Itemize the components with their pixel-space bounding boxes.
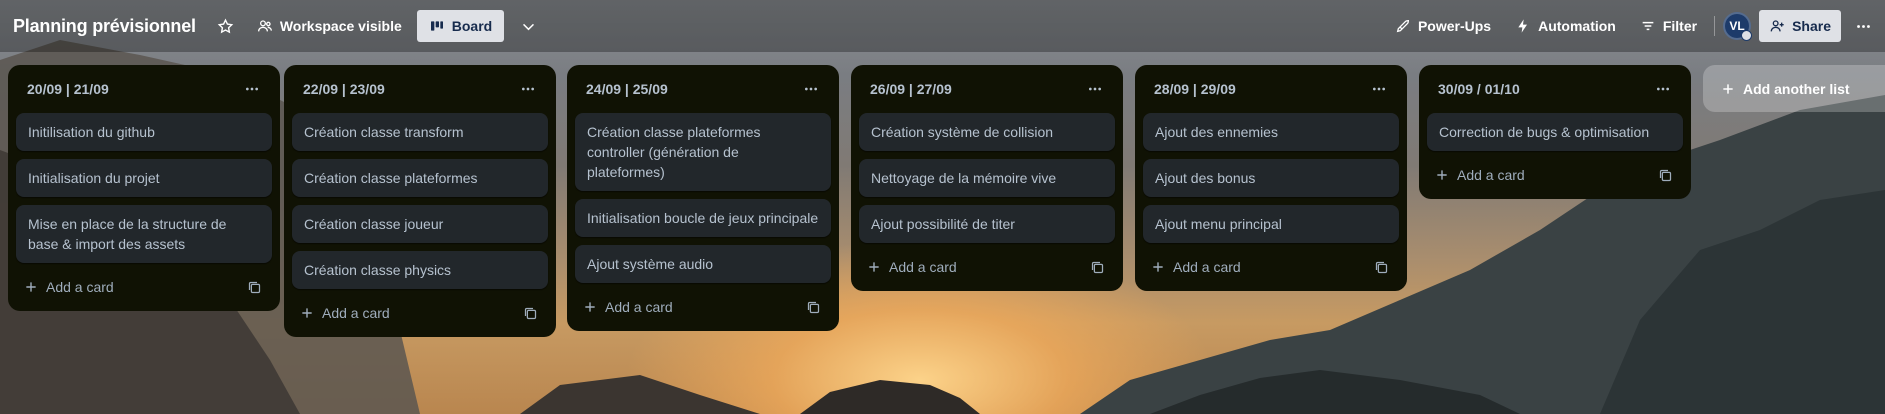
rocket-icon [1396, 19, 1409, 33]
add-card-label: Add a card [1173, 259, 1241, 275]
add-card-label: Add a card [46, 279, 114, 295]
add-card-button[interactable]: Add a card [583, 291, 679, 323]
ellipsis-icon[interactable] [512, 73, 544, 105]
template-icon[interactable] [240, 273, 268, 301]
list-header[interactable]: 30/09 / 01/10 [1427, 65, 1683, 113]
filter-icon [1642, 21, 1654, 31]
list-header[interactable]: 24/09 | 25/09 [575, 65, 831, 113]
add-person-icon [1770, 20, 1784, 32]
automation-button[interactable]: Automation [1506, 10, 1625, 42]
add-card-button[interactable]: Add a card [24, 271, 120, 303]
add-card-button[interactable]: Add a card [300, 297, 396, 329]
card[interactable]: Création classe physics [292, 251, 548, 289]
list: 28/09 | 29/09 Ajout des ennemies Ajout d… [1135, 65, 1407, 291]
list-header[interactable]: 26/09 | 27/09 [859, 65, 1115, 113]
card[interactable]: Création classe joueur [292, 205, 548, 243]
card[interactable]: Création classe transform [292, 113, 548, 151]
plus-icon [1437, 170, 1447, 180]
add-card-button[interactable]: Add a card [867, 251, 963, 283]
filter-button[interactable]: Filter [1631, 10, 1706, 42]
visibility-label: Workspace visible [279, 18, 402, 34]
list: 26/09 | 27/09 Création système de collis… [851, 65, 1123, 291]
ellipsis-icon[interactable] [1647, 73, 1679, 105]
board-view-label: Board [451, 18, 493, 34]
powerups-button[interactable]: Power-Ups [1386, 10, 1500, 42]
list-title[interactable]: 22/09 | 23/09 [303, 81, 385, 97]
add-card-button[interactable]: Add a card [1151, 251, 1247, 283]
ellipsis-icon[interactable] [795, 73, 827, 105]
board-title[interactable]: Planning prévisionnel [13, 16, 196, 37]
add-card-label: Add a card [605, 299, 673, 315]
card[interactable]: Ajout système audio [575, 245, 831, 283]
ellipsis-icon[interactable] [1363, 73, 1395, 105]
list: 20/09 | 21/09 Initilisation du github In… [8, 65, 280, 311]
ellipsis-icon[interactable] [1079, 73, 1111, 105]
people-icon [257, 20, 272, 32]
more-icon[interactable] [1847, 10, 1879, 42]
plus-icon [1723, 83, 1733, 94]
share-label: Share [1792, 18, 1831, 34]
template-icon[interactable] [799, 293, 827, 321]
list: 24/09 | 25/09 Création classe plateforme… [567, 65, 839, 331]
list-title[interactable]: 30/09 / 01/10 [1438, 81, 1520, 97]
list-header[interactable]: 22/09 | 23/09 [292, 65, 548, 113]
card[interactable]: Correction de bugs & optimisation [1427, 113, 1683, 151]
visibility-button[interactable]: Workspace visible [248, 10, 411, 42]
board-header: Planning prévisionnel Workspace visible … [0, 0, 1885, 52]
list-title[interactable]: 28/09 | 29/09 [1154, 81, 1236, 97]
card[interactable]: Ajout des ennemies [1143, 113, 1399, 151]
add-card-label: Add a card [322, 305, 390, 321]
automation-label: Automation [1538, 18, 1616, 34]
list: 22/09 | 23/09 Création classe transform … [284, 65, 556, 337]
plus-icon [869, 262, 879, 272]
template-icon[interactable] [1367, 253, 1395, 281]
card[interactable]: Initialisation boucle de jeux principale [575, 199, 831, 237]
plus-icon [1153, 262, 1163, 272]
card[interactable]: Création classe plateformes controller (… [575, 113, 831, 191]
board-icon [430, 21, 443, 31]
avatar[interactable]: VL [1723, 12, 1753, 41]
add-card-label: Add a card [889, 259, 957, 275]
add-card-label: Add a card [1457, 167, 1525, 183]
card[interactable]: Initialisation du projet [16, 159, 272, 197]
star-icon[interactable] [210, 10, 242, 42]
card[interactable]: Ajout des bonus [1143, 159, 1399, 197]
board-view-button[interactable]: Board [416, 10, 505, 42]
add-list-label: Add another list [1743, 80, 1850, 97]
add-list-button[interactable]: Add another list [1703, 65, 1885, 112]
card[interactable]: Création classe plateformes [292, 159, 548, 197]
card[interactable]: Création système de collision [859, 113, 1115, 151]
card[interactable]: Initilisation du github [16, 113, 272, 151]
ellipsis-icon[interactable] [236, 73, 268, 105]
share-button[interactable]: Share [1759, 10, 1841, 42]
admin-badge [1741, 30, 1753, 41]
list-title[interactable]: 24/09 | 25/09 [586, 81, 668, 97]
add-card-button[interactable]: Add a card [1435, 159, 1531, 191]
plus-icon [585, 302, 595, 312]
list-title[interactable]: 26/09 | 27/09 [870, 81, 952, 97]
card[interactable]: Nettoyage de la mémoire vive [859, 159, 1115, 197]
card[interactable]: Ajout menu principal [1143, 205, 1399, 243]
plus-icon [302, 308, 312, 318]
template-icon[interactable] [516, 299, 544, 327]
header-divider [1714, 16, 1716, 36]
chevron-down-icon[interactable] [512, 10, 544, 42]
template-icon[interactable] [1083, 253, 1111, 281]
plus-icon [26, 282, 36, 292]
powerups-label: Power-Ups [1417, 18, 1492, 34]
template-icon[interactable] [1651, 161, 1679, 189]
list: 30/09 / 01/10 Correction de bugs & optim… [1419, 65, 1691, 199]
card[interactable]: Ajout possibilité de titer [859, 205, 1115, 243]
filter-label: Filter [1662, 18, 1698, 34]
lightning-icon [1518, 19, 1528, 33]
card[interactable]: Mise en place de la structure de base & … [16, 205, 272, 263]
list-title[interactable]: 20/09 | 21/09 [27, 81, 109, 97]
list-header[interactable]: 28/09 | 29/09 [1143, 65, 1399, 113]
list-header[interactable]: 20/09 | 21/09 [16, 65, 272, 113]
